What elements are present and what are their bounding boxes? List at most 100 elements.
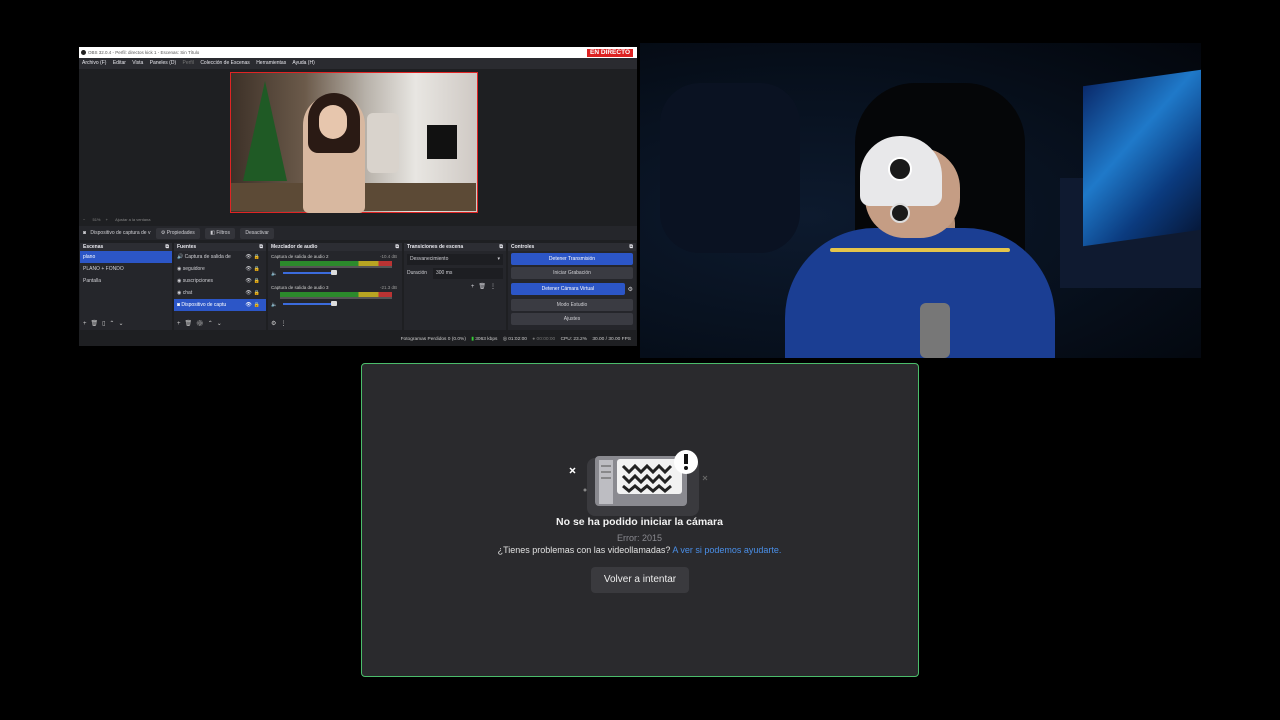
rec-time: 00:00:00	[536, 337, 556, 342]
source-item-label: chat	[182, 290, 193, 296]
scene-item[interactable]: plano	[80, 251, 172, 263]
deactivate-button[interactable]: Desactivar	[240, 228, 274, 239]
menu-coleccion[interactable]: Colección de Escenas	[200, 60, 249, 66]
zoom-bar: − 51% + Ajustar a la ventana	[79, 215, 637, 224]
volume-slider[interactable]	[283, 272, 333, 274]
source-item[interactable]: ◉ chat 👁🔒	[174, 287, 266, 299]
live-icon: ◎	[502, 337, 507, 342]
source-item-label: Captura de salida de	[184, 254, 231, 260]
visibility-lock-icons[interactable]: 👁🔒	[245, 287, 262, 299]
level-meter-scale	[280, 266, 392, 268]
scenes-toolbar[interactable]: +🗑▯⌃⌄	[83, 320, 127, 327]
speaker-icon[interactable]: 🔈	[271, 302, 277, 308]
visibility-lock-icons[interactable]: 👁🔒	[245, 299, 262, 311]
visibility-lock-icons[interactable]: 👁🔒	[245, 275, 262, 287]
start-recording-button[interactable]: Iniciar Grabación	[511, 267, 633, 279]
channel-db: -21.3 dB	[379, 285, 397, 290]
volume-slider[interactable]	[283, 303, 333, 305]
stop-virtual-camera-button[interactable]: Detener Cámara Virtual	[511, 283, 625, 295]
source-item[interactable]: 🔊 Captura de salida de 👁🔒	[174, 251, 266, 263]
source-item[interactable]: ◙ Dispositivo de captu 👁🔒	[174, 299, 266, 311]
obs-title: OBS 32.0.4 - Perfil: directos kick 1 - E…	[88, 50, 200, 55]
zoom-plus-icon[interactable]: +	[106, 217, 108, 222]
zoom-minus-icon[interactable]: −	[83, 217, 85, 222]
scene-item[interactable]: PLANO + FONDO	[80, 263, 172, 275]
stop-streaming-button[interactable]: Detener Transmisión	[511, 253, 633, 265]
channel-name: Captura de salida de audio 3	[271, 285, 329, 290]
menu-perfil[interactable]: Perfil	[183, 60, 194, 66]
menu-archivo[interactable]: Archivo (F)	[82, 60, 106, 66]
webcam-feed	[640, 43, 1201, 358]
mixer-toolbar[interactable]: ⚙⋮	[271, 320, 290, 327]
globe-icon: ◉	[177, 266, 182, 272]
dock-settings-icon[interactable]: ⧉	[499, 243, 503, 251]
fps: 30.00 / 30.00 FPS	[592, 337, 631, 342]
retry-button[interactable]: Volver a intentar	[591, 567, 689, 593]
mixer-header: Mezclador de audio ⧉	[268, 243, 402, 251]
settings-button[interactable]: Ajustes	[511, 313, 633, 325]
live-time: 01:02:00	[508, 337, 527, 342]
menu-ayuda[interactable]: Ayuda (H)	[292, 60, 314, 66]
properties-button[interactable]: ⚙ Propiedades	[155, 228, 200, 239]
dock-settings-icon[interactable]: ⧉	[259, 243, 263, 251]
transitions-header: Transiciones de escena ⧉	[404, 243, 506, 251]
source-item-label: seguidore	[182, 266, 205, 272]
studio-mode-button[interactable]: Modo Estudio	[511, 299, 633, 311]
webcam-monitor	[1083, 69, 1201, 247]
source-item[interactable]: ◉ suscripciones 👁🔒	[174, 275, 266, 287]
chevron-down-icon: ▾	[497, 256, 500, 262]
menu-editar[interactable]: Editar	[113, 60, 126, 66]
properties-label: Propiedades	[166, 230, 195, 236]
error-help: ¿Tienes problemas con las videollamadas?…	[362, 545, 917, 555]
globe-icon: ◉	[177, 290, 182, 296]
camera-icon: ◙	[177, 302, 181, 308]
duration-input[interactable]: 300 ms	[433, 268, 503, 279]
scene-item[interactable]: Pantalla	[80, 275, 172, 287]
volume-slider-knob[interactable]	[331, 301, 337, 306]
audio-mixer-dock: Mezclador de audio ⧉ Captura de salida de…	[268, 243, 402, 330]
transition-select[interactable]: Desvanecimiento ▾	[407, 254, 503, 265]
dock-settings-icon[interactable]: ⧉	[395, 243, 399, 251]
obs-window: OBS 32.0.4 - Perfil: directos kick 1 - E…	[79, 47, 637, 346]
obs-preview-canvas[interactable]	[230, 72, 478, 213]
source-item-label: Dispositivo de captu	[181, 302, 227, 308]
camera-error-panel: No se ha podido iniciar la cámara Error:…	[361, 363, 919, 677]
dock-settings-icon[interactable]: ⧉	[165, 243, 169, 251]
transitions-dock: Transiciones de escena ⧉ Desvanecimiento ▾…	[404, 243, 506, 330]
webcam-background-chair	[660, 83, 800, 253]
sources-toolbar[interactable]: +🗑⚙⌃⌄	[177, 320, 226, 327]
scenes-title: Escenas	[83, 244, 104, 250]
controls-header: Controles ⧉	[508, 243, 636, 251]
gear-icon[interactable]: ⚙	[628, 286, 633, 293]
sources-title: Fuentes	[177, 244, 197, 250]
controls-dock: Controles ⧉ Detener Transmisión Iniciar G…	[508, 243, 636, 330]
bmw-logo-icon	[888, 157, 912, 181]
menu-herramientas[interactable]: Herramientas	[256, 60, 286, 66]
help-link[interactable]: A ver si podemos ayudarte.	[672, 545, 781, 555]
preview-chair	[367, 113, 399, 173]
bmw-logo-icon	[890, 203, 910, 223]
source-toolbar: ◙ Dispositivo de captura de v ⚙ Propieda…	[79, 226, 637, 240]
dock-settings-icon[interactable]: ⧉	[629, 243, 633, 251]
source-item[interactable]: ◉ seguidore 👁🔒	[174, 263, 266, 275]
cpu-usage: CPU: 23.2%	[560, 337, 587, 342]
menu-vista[interactable]: Vista	[132, 60, 143, 66]
menu-paneles[interactable]: Paneles (D)	[150, 60, 176, 66]
volume-slider-knob[interactable]	[331, 270, 337, 275]
bitrate: 3063 kbps	[475, 337, 498, 342]
filters-button[interactable]: ◧ Filtros	[205, 228, 235, 239]
visibility-lock-icons[interactable]: 👁🔒	[245, 251, 262, 263]
broken-camera-illustration-icon	[569, 450, 708, 516]
audio-channel: Captura de salida de audio 3 -21.3 dB 🔈	[271, 285, 399, 313]
fit-window-label[interactable]: Ajustar a la ventana	[115, 217, 150, 222]
sources-dock: Fuentes ⧉ 🔊 Captura de salida de 👁🔒 ◉ segu…	[174, 243, 266, 330]
transition-toolbar[interactable]: +🗑⋮	[471, 283, 500, 290]
error-title: No se ha podido iniciar la cámara	[556, 516, 723, 528]
channel-db: -10.4 dB	[379, 254, 397, 259]
scenes-dock: Escenas ⧉ plano PLANO + FONDO Pantalla +🗑…	[80, 243, 172, 330]
obs-statusbar: Fotogramas Perdidos 0 (0.0%) ▮ 3063 kbps…	[79, 334, 637, 346]
duration-label: Duración	[407, 270, 428, 276]
webcam-bottle	[920, 303, 950, 358]
speaker-icon[interactable]: 🔈	[271, 271, 277, 277]
visibility-lock-icons[interactable]: 👁🔒	[245, 263, 262, 275]
